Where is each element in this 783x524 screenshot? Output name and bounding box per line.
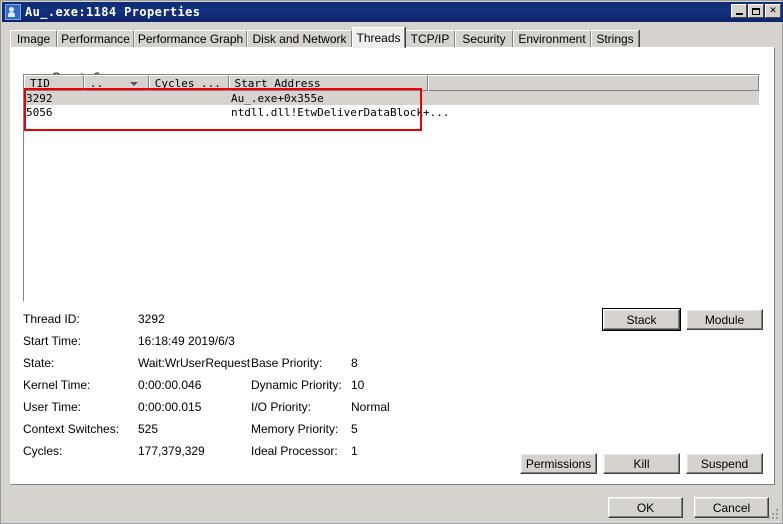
minimize-button[interactable] [731,4,747,18]
detail-value: 525 [138,422,159,436]
title-bar[interactable]: Au_.exe:1184 Properties ✕ [2,2,783,22]
detail-label: Context Switches: [23,422,120,436]
maximize-button[interactable] [748,4,764,18]
cancel-button[interactable]: Cancel [694,497,769,518]
permissions-button[interactable]: Permissions [520,453,597,474]
tab-strip: Image Performance Performance Graph Disk… [10,27,775,48]
table-row[interactable]: 3292 Au_.exe+0x355e [24,91,759,105]
column-header-start-address[interactable]: Start Address [228,75,428,91]
column-label: Start Address [234,76,321,90]
column-header-cpu-sorted[interactable]: .. [83,75,149,91]
sort-descending-icon [129,82,138,86]
cell-start-address: Au_.exe+0x355e [231,91,324,105]
threads-tab-page: Count: 2 TID .. Cycles ... Start Address… [10,47,775,485]
detail-row-state: State: Wait:WrUserRequest Base Priority:… [23,356,623,378]
detail-label: Cycles: [23,444,63,458]
tab-label: Environment [518,32,586,46]
detail-value-2: 1 [351,444,358,458]
table-row[interactable]: 5056 ntdll.dll!EtwDeliverDataBlock+... [24,105,759,119]
tab-label: Performance [61,32,130,46]
detail-label: Kernel Time: [23,378,91,392]
tab-label: Security [462,32,506,46]
column-label: TID [30,76,50,90]
detail-label-2: Memory Priority: [251,422,339,436]
tab-label: Strings [596,32,634,46]
detail-value-2: Normal [351,400,390,414]
detail-value: 0:00:00.015 [138,400,202,414]
detail-value: Wait:WrUserRequest [138,356,251,370]
detail-label-2: Base Priority: [251,356,323,370]
detail-value-2: 8 [351,356,358,370]
detail-value-2: 5 [351,422,358,436]
window-title: Au_.exe:1184 Properties [25,5,201,19]
tab-label: Image [16,32,51,46]
suspend-button[interactable]: Suspend [686,453,763,474]
threads-list[interactable]: TID .. Cycles ... Start Address 3292 Au_… [23,74,760,302]
module-button[interactable]: Module [686,309,763,330]
detail-value: 3292 [138,312,165,326]
threads-list-header: TID .. Cycles ... Start Address [24,75,759,91]
tab-performance[interactable]: Performance [57,30,134,48]
detail-value: 177,379,329 [138,444,205,458]
threads-list-body: 3292 Au_.exe+0x355e 5056 ntdll.dll!EtwDe… [24,91,759,119]
tab-label: Disk and Network [252,32,347,46]
detail-value: 16:18:49 2019/6/3 [138,334,235,348]
column-header-tid[interactable]: TID [24,75,84,91]
resize-grip[interactable] [766,507,780,521]
detail-row-start-time: Start Time: 16:18:49 2019/6/3 [23,334,623,356]
detail-row-thread-id: Thread ID: 3292 [23,312,623,334]
tab-label: Threads [356,30,401,45]
properties-dialog: Au_.exe:1184 Properties ✕ Image Performa… [0,0,783,524]
detail-label: State: [23,356,55,370]
tab-image[interactable]: Image [10,30,57,48]
detail-row-kernel-time: Kernel Time: 0:00:00.046 Dynamic Priorit… [23,378,623,400]
tab-strings[interactable]: Strings [591,30,639,48]
stack-button[interactable]: Stack [602,308,681,331]
kill-button[interactable]: Kill [603,453,680,474]
ok-button[interactable]: OK [608,497,683,518]
tab-environment[interactable]: Environment [513,30,591,48]
detail-label-2: Dynamic Priority: [251,378,342,392]
column-label: Cycles ... [154,76,221,90]
tab-label: Performance Graph [137,32,244,46]
cell-tid: 5056 [26,105,53,119]
detail-row-user-time: User Time: 0:00:00.015 I/O Priority: Nor… [23,400,623,422]
close-icon: ✕ [769,5,777,16]
detail-label: Thread ID: [23,312,80,326]
detail-label: User Time: [23,400,82,414]
application-window: Au_.exe:1184 Properties ✕ Image Performa… [0,0,783,524]
tab-tcpip[interactable]: TCP/IP [405,30,455,48]
cell-start-address: ntdll.dll!EtwDeliverDataBlock+... [231,105,450,119]
tab-disk-and-network[interactable]: Disk and Network [247,30,352,48]
detail-value-2: 10 [351,378,365,392]
tab-security[interactable]: Security [455,30,513,48]
thread-details: Thread ID: 3292 Start Time: 16:18:49 201… [23,312,623,466]
column-header-blank[interactable] [427,75,759,91]
close-button[interactable]: ✕ [765,4,781,18]
window-controls: ✕ [731,4,781,18]
tab-performance-graph[interactable]: Performance Graph [134,30,247,48]
cell-tid: 3292 [26,91,53,105]
detail-label-2: I/O Priority: [251,400,312,414]
detail-label: Start Time: [23,334,82,348]
detail-value: 0:00:00.046 [138,378,202,392]
column-label: .. [89,76,104,90]
detail-row-context-switches: Context Switches: 525 Memory Priority: 5 [23,422,623,444]
tab-label: TCP/IP [410,32,450,46]
tab-threads[interactable]: Threads [352,27,405,48]
process-explorer-icon [5,4,21,20]
column-header-cycles[interactable]: Cycles ... [148,75,229,91]
detail-label-2: Ideal Processor: [251,444,338,458]
